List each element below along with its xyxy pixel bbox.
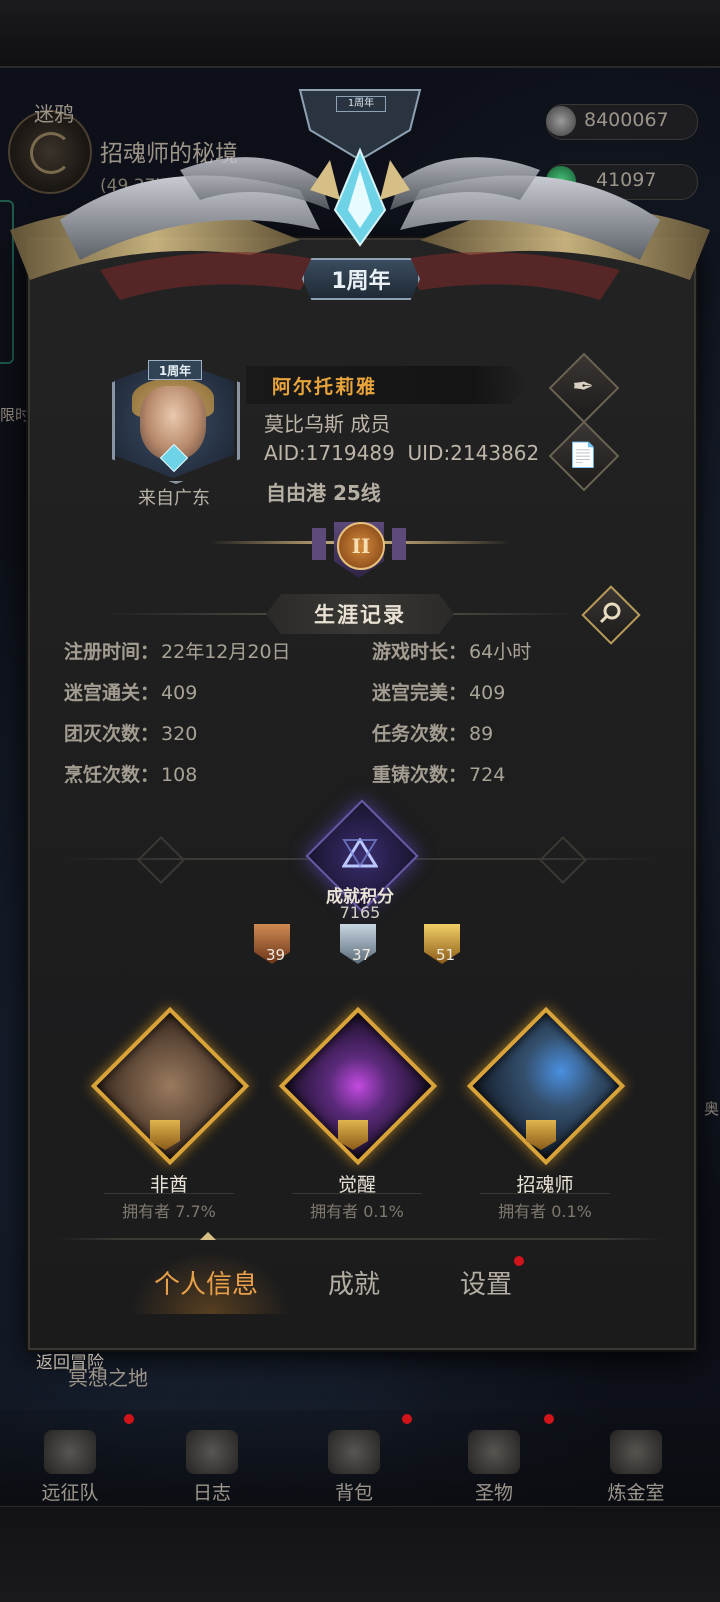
edit-name-button[interactable]: ✒ xyxy=(548,352,620,424)
stat-value: 724 xyxy=(469,764,506,786)
showcase-card-2[interactable]: 觉醒 拥有者 0.1% xyxy=(278,1006,438,1221)
stat-reforge: 重铸次数： 724 xyxy=(372,760,505,787)
tab-divider xyxy=(56,1238,664,1240)
header-line-left xyxy=(100,613,270,615)
stat-cooking: 烹饪次数： 108 xyxy=(64,760,197,787)
bag-icon xyxy=(328,1430,380,1474)
alchemy-icon xyxy=(610,1430,662,1474)
nav-label: 炼金室 xyxy=(607,1482,665,1504)
card-divider xyxy=(104,1193,234,1194)
search-button[interactable] xyxy=(581,585,641,645)
showcase-card-3[interactable]: 招魂师 拥有者 0.1% xyxy=(466,1006,626,1221)
tab-achievements[interactable]: 成就 xyxy=(328,1264,380,1301)
zone-name: 冥想之地 xyxy=(68,1366,148,1390)
bronze-medal[interactable]: 39 xyxy=(250,920,294,964)
player-name: 阿尔托莉雅 xyxy=(272,376,378,398)
bottom-frame xyxy=(0,1505,720,1602)
stat-value: 409 xyxy=(161,682,198,704)
stat-value: 108 xyxy=(161,764,198,786)
stat-play-time: 游戏时长： 64小时 xyxy=(372,637,531,664)
gold-medal-count: 51 xyxy=(436,946,456,964)
expedition-notification-dot xyxy=(124,1414,134,1424)
silver-medal[interactable]: 37 xyxy=(336,920,380,964)
copy-id-button[interactable]: 📄 xyxy=(548,420,620,492)
stat-maze-cleared: 迷宫通关： 409 xyxy=(64,678,197,705)
stat-value: 22年12月20日 xyxy=(161,641,291,663)
card-owner-rate: 拥有者 0.1% xyxy=(310,1202,404,1221)
stat-value: 89 xyxy=(469,723,494,745)
magnifier-icon xyxy=(599,602,621,624)
stat-register-time: 注册时间： 22年12月20日 xyxy=(64,637,291,664)
anniversary-banner: 1周年 xyxy=(302,258,420,300)
card-divider xyxy=(480,1193,610,1194)
tab-personal-info[interactable]: 个人信息 xyxy=(154,1264,258,1301)
stat-label: 任务次数： xyxy=(372,723,468,745)
gold-medal[interactable]: 51 xyxy=(420,920,464,964)
header-line-right xyxy=(450,613,576,615)
showcase-card-1[interactable]: 非酋 拥有者 7.7% xyxy=(90,1006,250,1221)
avatar-anniversary-tag: 1周年 xyxy=(148,360,202,380)
player-origin: 来自广东 xyxy=(138,488,210,509)
map-icon xyxy=(186,1430,238,1474)
stat-label: 迷宫通关： xyxy=(64,682,160,704)
stat-value: 409 xyxy=(469,682,506,704)
quill-icon: ✒ xyxy=(572,372,594,402)
career-record-title: 生涯记录 xyxy=(266,594,454,634)
triangle-star-icon xyxy=(342,838,378,868)
stat-label: 注册时间： xyxy=(64,641,160,663)
stat-label: 迷宫完美： xyxy=(372,682,468,704)
stat-value: 64小时 xyxy=(469,641,532,663)
relics-notification-dot xyxy=(544,1414,554,1424)
nav-label: 背包 xyxy=(334,1482,373,1504)
player-ids: AID:1719489 UID:2143862 xyxy=(264,441,540,465)
rank-ribbon-left xyxy=(312,528,326,560)
stat-quests: 任务次数： 89 xyxy=(372,719,493,746)
nav-backpack[interactable]: 背包 xyxy=(304,1430,404,1510)
stat-label: 重铸次数： xyxy=(372,764,468,786)
stat-maze-perfect: 迷宫完美： 409 xyxy=(372,678,505,705)
side-label-left: 限时 xyxy=(0,406,31,424)
nav-label: 日志 xyxy=(192,1482,231,1504)
rank-numeral: II xyxy=(337,522,385,570)
nav-journal[interactable]: 日志 xyxy=(162,1430,262,1510)
helmet-icon xyxy=(44,1430,96,1474)
top-frame xyxy=(0,0,720,68)
stat-label: 团灭次数： xyxy=(64,723,160,745)
guild-membership: 莫比乌斯 成员 xyxy=(264,412,391,436)
bronze-medal-count: 39 xyxy=(266,946,286,964)
settings-notification-dot xyxy=(514,1256,524,1266)
stat-value: 320 xyxy=(161,723,198,745)
tab-settings[interactable]: 设置 xyxy=(460,1264,512,1301)
side-label-right: 奥 xyxy=(704,1100,720,1118)
rank-ribbon-right xyxy=(392,528,406,560)
card-owner-rate: 拥有者 0.1% xyxy=(498,1202,592,1221)
silver-medal-count: 37 xyxy=(352,946,372,964)
anniversary-top-tag: 1周年 xyxy=(336,96,386,112)
card-owner-rate: 拥有者 7.7% xyxy=(122,1202,216,1221)
stat-label: 烹饪次数： xyxy=(64,764,160,786)
nav-relics[interactable]: 圣物 xyxy=(444,1430,544,1510)
card-divider xyxy=(292,1193,422,1194)
backpack-notification-dot xyxy=(402,1414,412,1424)
nav-label: 圣物 xyxy=(474,1482,513,1504)
torch-icon xyxy=(468,1430,520,1474)
nav-label: 远征队 xyxy=(41,1482,99,1504)
server-line: 自由港 25线 xyxy=(266,481,381,505)
stat-label: 游戏时长： xyxy=(372,641,468,663)
nav-expedition[interactable]: 远征队 xyxy=(20,1430,120,1510)
stat-team-wipes: 团灭次数： 320 xyxy=(64,719,197,746)
nav-alchemy[interactable]: 炼金室 xyxy=(586,1430,686,1510)
scroll-icon: 📄 xyxy=(568,441,598,469)
